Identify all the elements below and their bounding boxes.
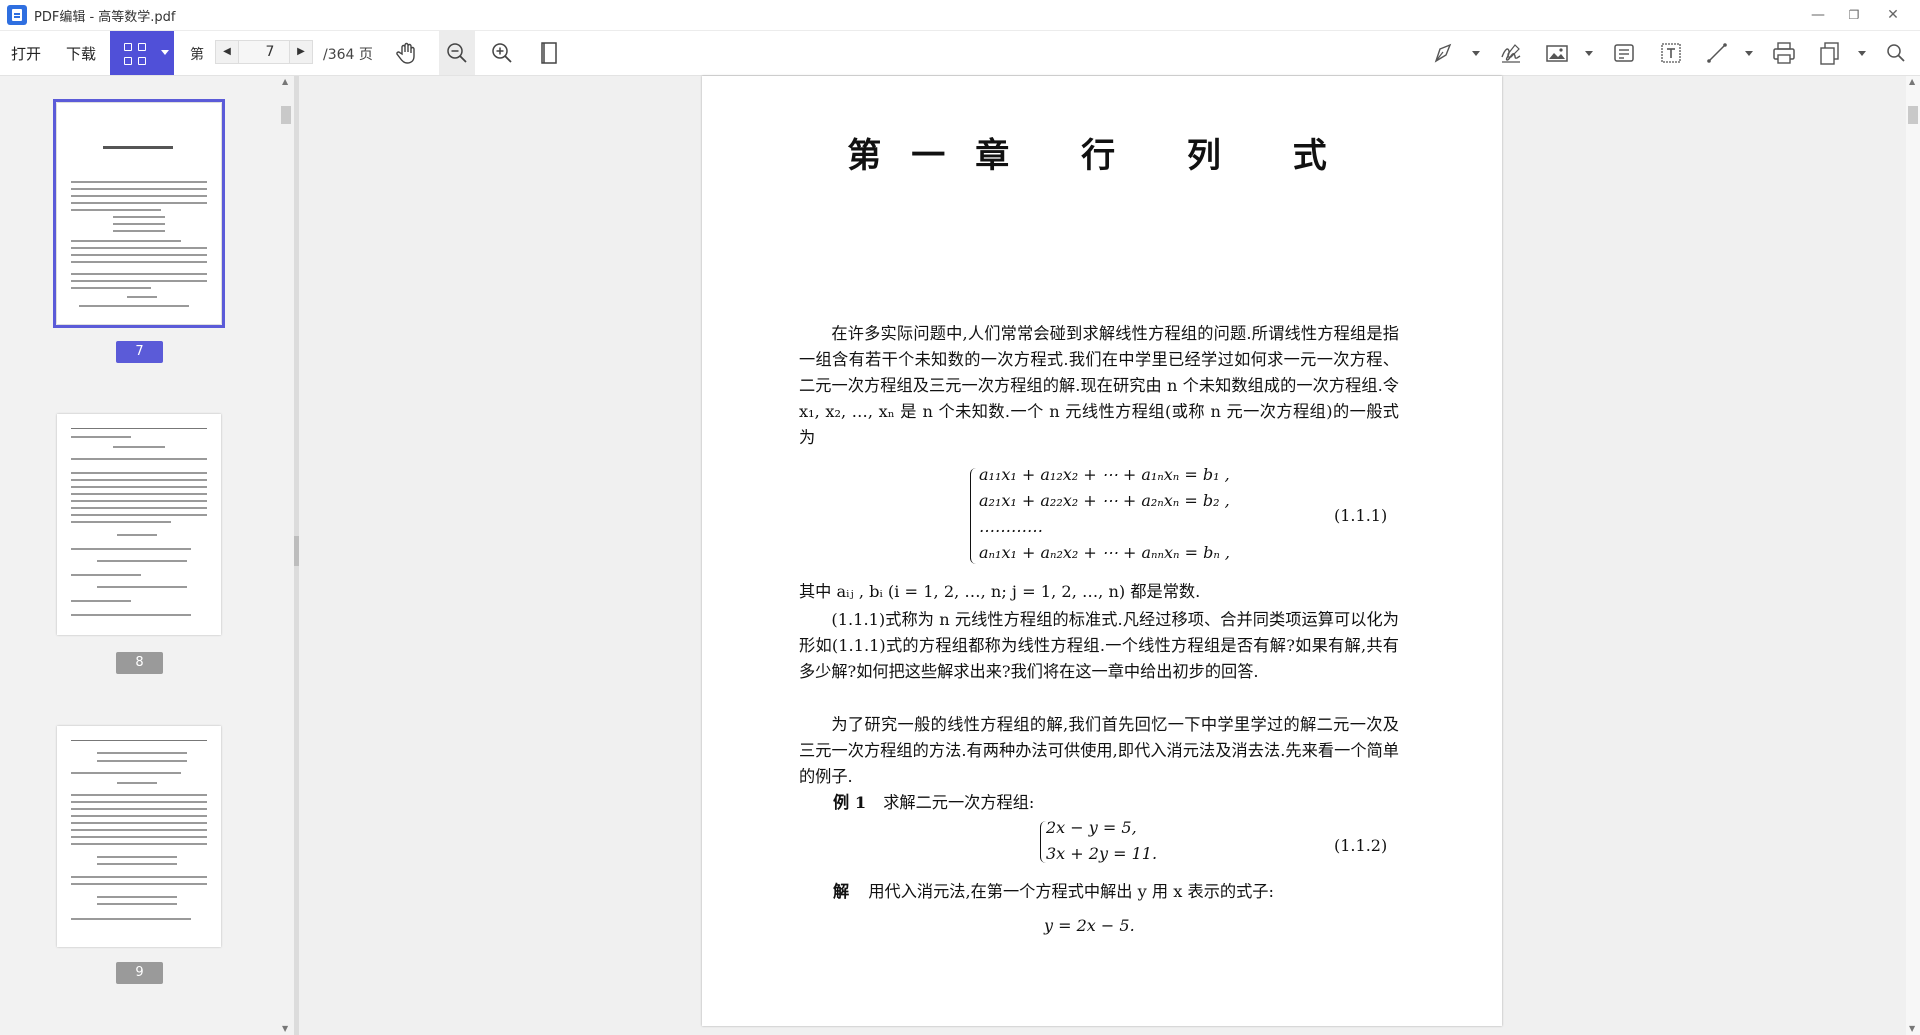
equation-result: y = 2x − 5. [1044,916,1135,935]
zoom-in-icon[interactable] [488,39,516,67]
equation-line: 2x − y = 5, [1046,818,1137,837]
equation-line: ………… [979,517,1043,536]
solution-text: 用代入消元法,在第一个方程式中解出 y 用 x 表示的式子: [868,882,1274,901]
document-scroll-down-icon[interactable]: ▼ [1909,1024,1915,1033]
print-icon[interactable] [1770,39,1798,67]
highlight-pen-icon[interactable] [1430,39,1458,67]
signature-icon[interactable] [1497,39,1525,67]
equation-system-2: 2x − y = 5, 3x + 2y = 11. [1046,815,1157,867]
equation-brace [970,468,977,564]
line-icon[interactable] [1703,39,1731,67]
sidebar-scrollbar[interactable] [280,76,292,1035]
solution-label: 解 [833,882,850,901]
toolbar: 打开 下载 第 ◀ ▶ /364 页 [0,31,1920,76]
example-heading: 例 1 求解二元一次方程组: [833,790,1393,816]
page-prefix-label: 第 [190,47,204,63]
line-dropdown-icon[interactable] [1745,51,1753,56]
highlight-dropdown-icon[interactable] [1472,51,1480,56]
zoom-out-icon [447,43,467,63]
equation-line: 3x + 2y = 11. [1046,844,1158,863]
equation-system-1: a₁₁x₁ + a₁₂x₂ + ⋯ + a₁ₙxₙ = b₁ , a₂₁x₁ +… [979,462,1230,566]
chapter-title: 第一章 行 列 式 [847,136,1357,176]
equation-line: a₂₁x₁ + a₂₂x₂ + ⋯ + a₂ₙxₙ = b₂ , [979,491,1230,510]
export-dropdown-icon[interactable] [1858,51,1866,56]
window-title: PDF编辑 - 高等数学.pdf [34,10,176,25]
download-button[interactable]: 下载 [66,43,96,64]
paragraph-methods: 为了研究一般的线性方程组的解,我们首先回忆一下中学里学过的解二元一次及三元一次方… [799,715,1399,786]
document-scroll-up-icon[interactable]: ▲ [1909,77,1915,86]
textbox-icon[interactable] [1657,39,1685,67]
prev-page-button[interactable]: ◀ [215,40,239,64]
paragraph-standard-form: (1.1.1)式称为 n 元线性方程组的标准式.凡经过移项、合并同类项运算可以化… [799,610,1399,681]
export-icon[interactable] [1816,39,1844,67]
note-icon[interactable] [1610,39,1638,67]
thumbnail-label-8: 8 [116,652,163,674]
search-icon[interactable] [1882,39,1910,67]
equation-line: aₙ₁x₁ + aₙ₂x₂ + ⋯ + aₙₙxₙ = bₙ , [979,543,1230,562]
restore-button[interactable]: ❐ [1835,0,1873,30]
thumbnail-page-7[interactable] [53,99,225,328]
pdf-page: 第一章 行 列 式 在许多实际问题中,人们常常会碰到求解线性方程组的问题.所谓线… [702,76,1502,1026]
sidebar-scrollbar-thumb[interactable] [281,106,291,124]
thumbnail-label-7: 7 [116,341,163,363]
close-button[interactable]: ✕ [1874,0,1912,30]
image-icon[interactable] [1543,39,1571,67]
app-logo-icon [7,5,27,25]
total-pages-label: /364 页 [323,47,373,63]
example-label: 例 1 [833,793,867,812]
sidebar-scroll-up-icon[interactable]: ▲ [282,77,288,86]
chevron-down-icon[interactable] [161,50,169,55]
sidebar-scroll-down-icon[interactable]: ▼ [282,1024,288,1033]
thumbnail-sidebar: 7 8 9 [0,76,294,1035]
solution-paragraph: 解 用代入消元法,在第一个方程式中解出 y 用 x 表示的式子: [833,879,1393,905]
thumbnail-label-9: 9 [116,962,163,984]
thumbnail-page-9[interactable] [57,726,221,947]
thumbnail-page-8[interactable] [57,414,221,635]
image-dropdown-icon[interactable] [1585,51,1593,56]
minimize-button[interactable]: — [1799,0,1837,30]
single-page-icon[interactable] [535,39,563,67]
next-page-button[interactable]: ▶ [289,40,313,64]
title-bar: PDF编辑 - 高等数学.pdf — ❐ ✕ [0,0,1920,31]
paragraph-constants: 其中 aᵢⱼ , bᵢ (i = 1, 2, …, n; j = 1, 2, …… [799,582,1201,601]
thumbnail-view-button[interactable] [110,31,174,75]
equation-line: a₁₁x₁ + a₁₂x₂ + ⋯ + a₁ₙxₙ = b₁ , [979,465,1230,484]
equation-number: (1.1.1) [1334,506,1388,525]
equation-number: (1.1.2) [1334,836,1388,855]
open-button[interactable]: 打开 [11,43,41,64]
example-text: 求解二元一次方程组: [883,793,1035,812]
zoom-out-button[interactable] [439,31,475,75]
paragraph-intro: 在许多实际问题中,人们常常会碰到求解线性方程组的问题.所谓线性方程组是指一组含有… [799,324,1399,447]
document-scrollbar[interactable] [1906,76,1920,1035]
document-scrollbar-thumb[interactable] [1908,106,1918,124]
hand-icon[interactable] [393,39,421,67]
